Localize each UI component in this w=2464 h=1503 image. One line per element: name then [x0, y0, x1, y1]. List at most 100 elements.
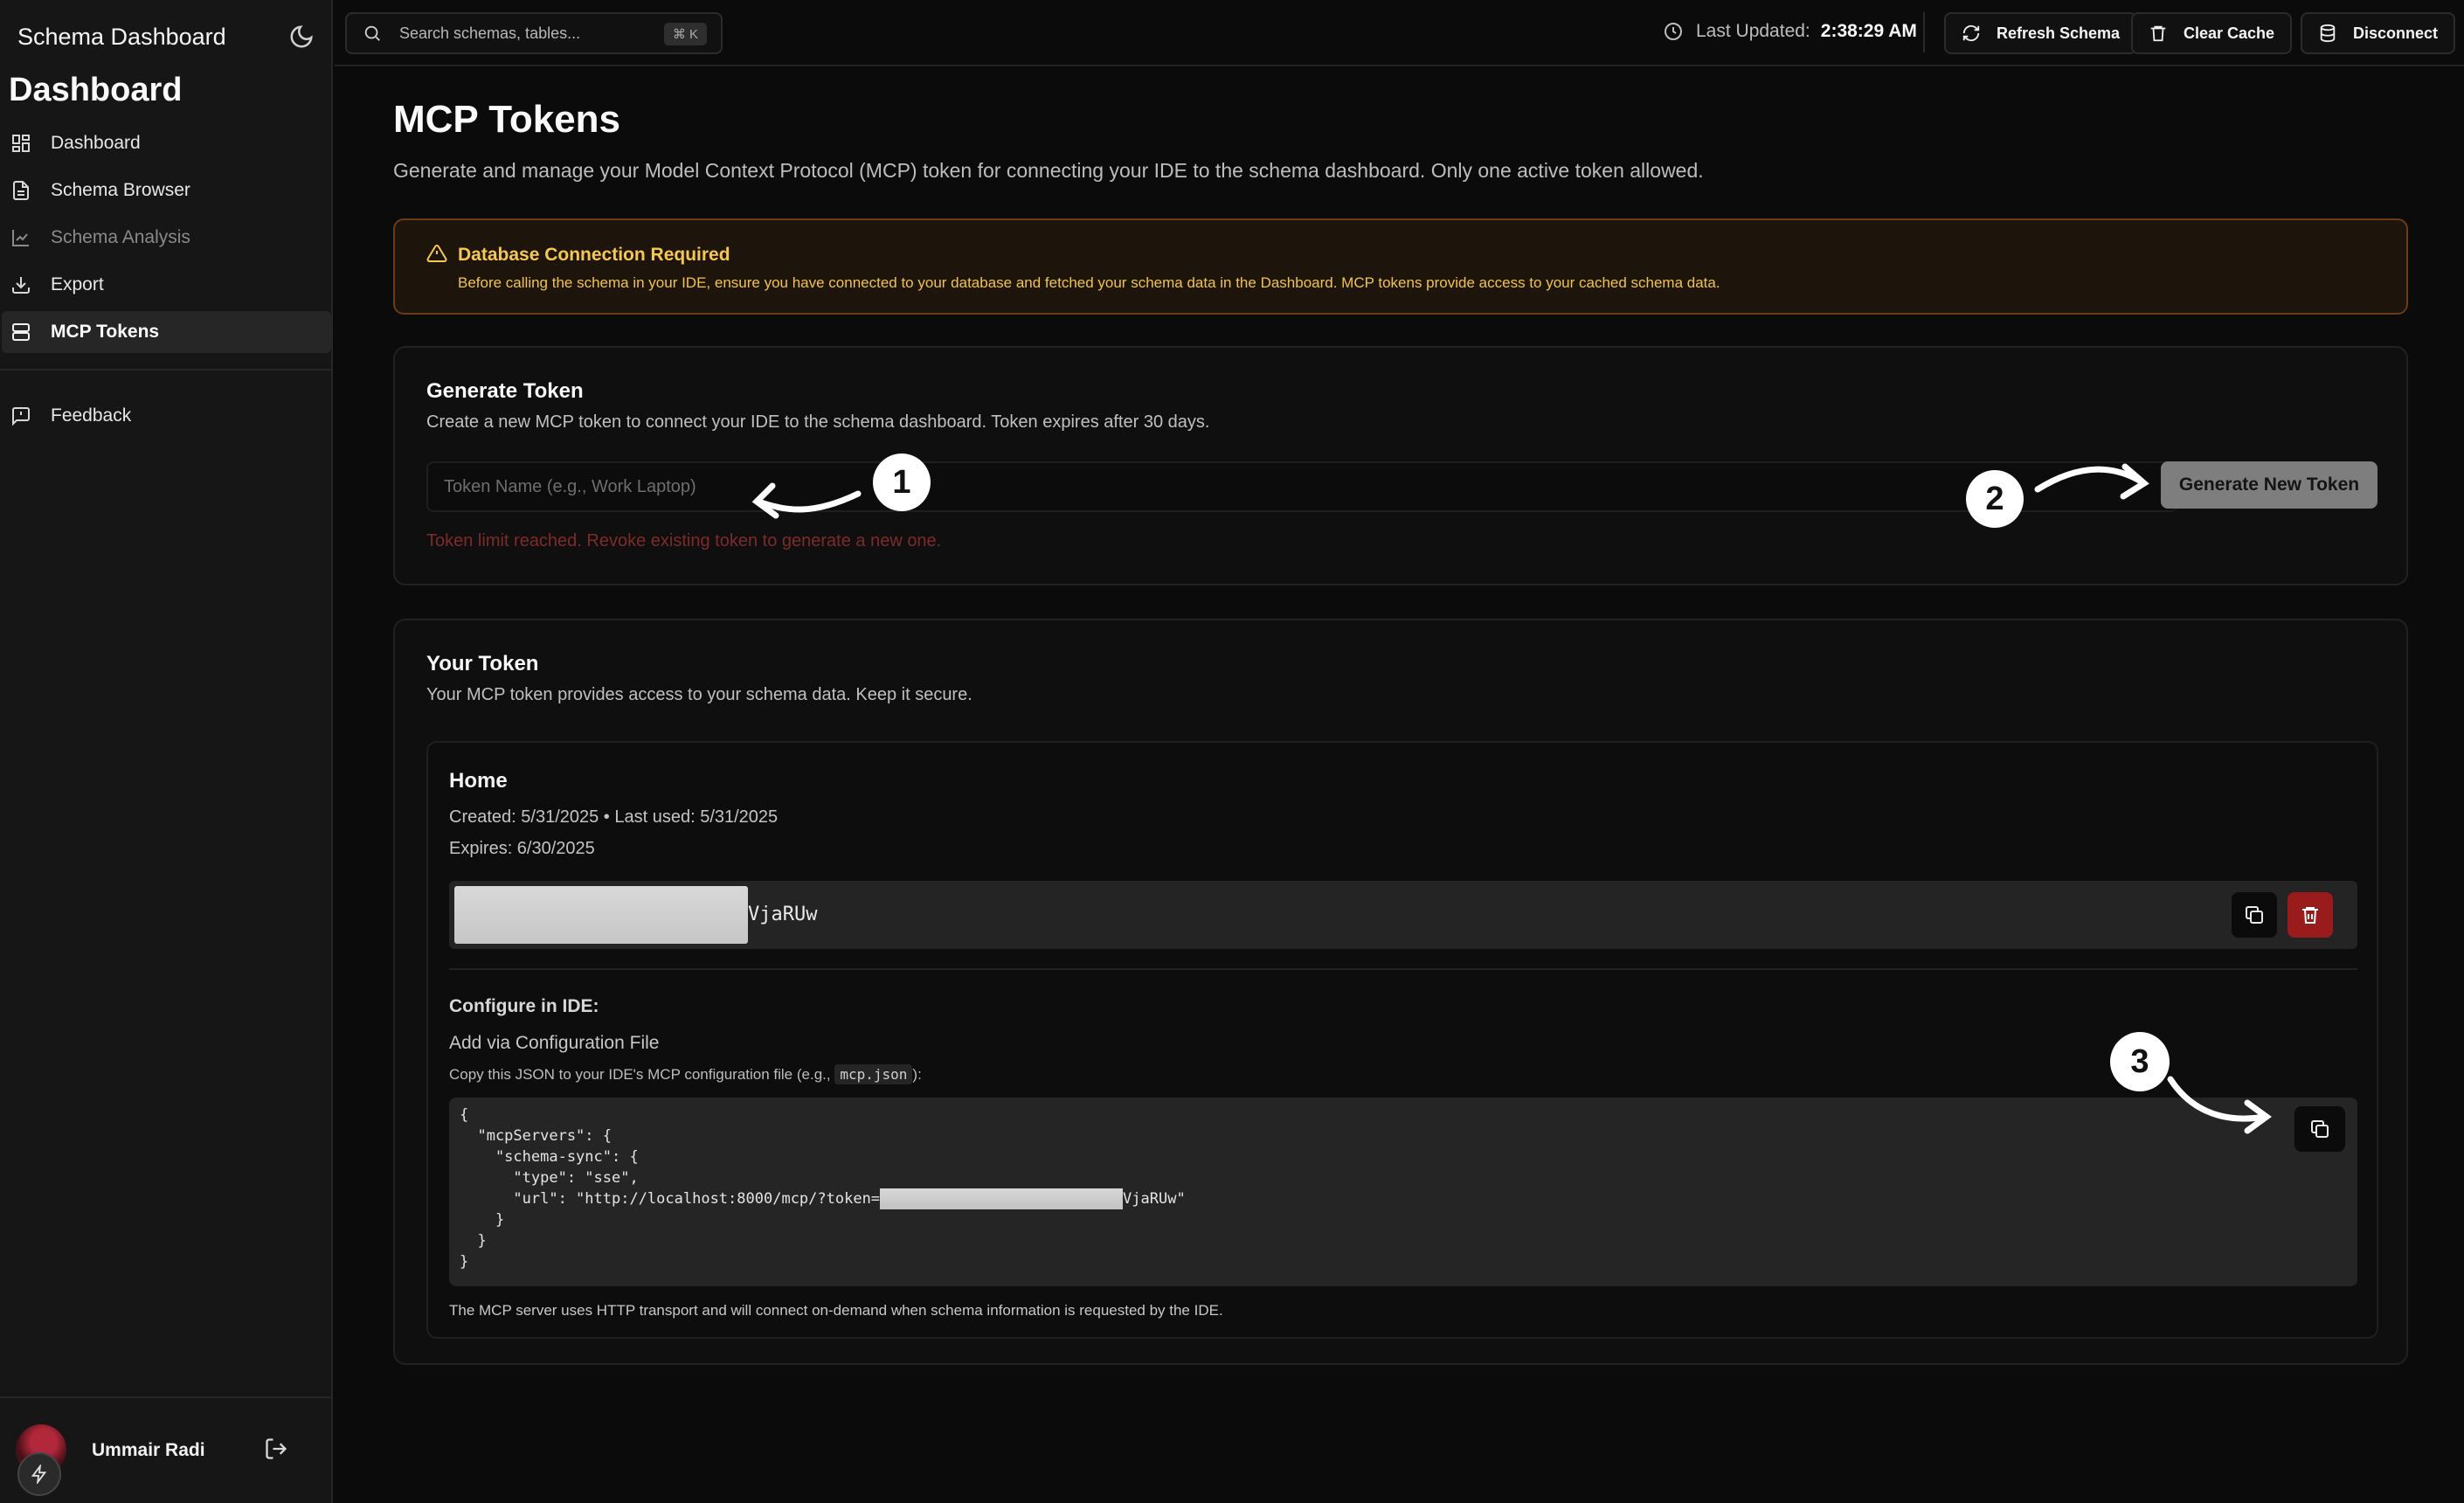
config-hint-suffix: ):	[912, 1066, 922, 1083]
config-footer-note: The MCP server uses HTTP transport and w…	[449, 1302, 1223, 1319]
warning-alert: Database Connection Required Before call…	[393, 218, 2408, 315]
your-token-card: Your Token Your MCP token provides acces…	[393, 619, 2408, 1365]
config-hint-prefix: Copy this JSON to your IDE's MCP configu…	[449, 1066, 831, 1083]
sidebar-item-export[interactable]: Export	[2, 264, 331, 306]
token-limit-error: Token limit reached. Revoke existing tok…	[426, 531, 942, 551]
database-icon	[2320, 24, 2336, 43]
alert-title: Database Connection Required	[458, 245, 730, 265]
json-line: {	[460, 1106, 469, 1124]
token-redaction	[454, 886, 748, 944]
json-token-redaction	[880, 1188, 1124, 1209]
keyboard-shortcut: ⌘ K	[663, 23, 707, 45]
last-updated-label: Last Updated:	[1696, 21, 1810, 41]
your-token-title: Your Token	[426, 652, 539, 675]
clock-icon	[1665, 23, 1682, 40]
trash-icon	[2302, 907, 2318, 924]
sidebar-item-label: Schema Analysis	[51, 227, 190, 247]
config-json-block: { "mcpServers": { "schema-sync": { "type…	[449, 1098, 2357, 1286]
logout-icon[interactable]	[264, 1437, 288, 1461]
search-input[interactable]: Search schemas, tables... ⌘ K	[345, 12, 723, 54]
refresh-schema-label: Refresh Schema	[1997, 24, 2121, 42]
download-icon	[12, 277, 30, 294]
config-filename: mcp.json	[834, 1064, 913, 1084]
token-value-tail: VjaRUw	[748, 904, 818, 925]
alert-body: Before calling the schema in your IDE, e…	[458, 274, 1720, 291]
sidebar-item-label: MCP Tokens	[51, 322, 160, 342]
sidebar-item-mcp-tokens[interactable]: MCP Tokens	[2, 311, 331, 353]
json-line: "mcpServers": {	[460, 1127, 612, 1145]
bolt-icon	[17, 1452, 61, 1496]
feedback-icon	[12, 407, 30, 426]
configure-ide-title: Configure in IDE:	[449, 996, 599, 1016]
app-title: Schema Dashboard	[17, 23, 226, 50]
token-created: Created: 5/31/2025 • Last used: 5/31/202…	[449, 807, 779, 827]
disconnect-label: Disconnect	[2353, 24, 2439, 42]
divider	[449, 968, 2357, 970]
theme-toggle-icon[interactable]	[288, 24, 315, 50]
grid-icon	[12, 135, 30, 152]
refresh-schema-button[interactable]: Refresh Schema	[1944, 12, 2138, 54]
sidebar-item-dashboard[interactable]: Dashboard	[2, 122, 331, 164]
your-token-subtitle: Your MCP token provides access to your s…	[426, 685, 972, 704]
token-name: Home	[449, 769, 508, 793]
generate-token-subtitle: Create a new MCP token to connect your I…	[426, 412, 1210, 432]
sidebar-item-label: Schema Browser	[51, 180, 190, 200]
page-description: Generate and manage your Model Context P…	[393, 159, 1704, 182]
token-name-input[interactable]: Token Name (e.g., Work Laptop)	[426, 461, 2177, 512]
json-line: }	[460, 1253, 469, 1271]
config-hint: Copy this JSON to your IDE's MCP configu…	[449, 1064, 922, 1084]
warning-icon	[426, 244, 447, 262]
sidebar-item-label: Export	[51, 274, 104, 294]
file-icon	[13, 181, 29, 200]
last-updated-value: 2:38:29 AM	[1820, 21, 1917, 41]
json-line: "schema-sync": {	[460, 1148, 639, 1166]
brand-row: Schema Dashboard	[17, 17, 315, 56]
top-bar: Search schemas, tables... ⌘ K Last Updat…	[335, 0, 2464, 66]
clear-cache-label: Clear Cache	[2184, 24, 2275, 42]
sidebar: Schema Dashboard Dashboard Dashboard Sch…	[0, 0, 333, 1503]
sidebar-nav: Dashboard Schema Browser Schema Analysis…	[0, 122, 333, 442]
token-value-row: VjaRUw	[449, 881, 2357, 949]
topbar-divider	[1923, 12, 1925, 52]
copy-icon	[2246, 906, 2263, 924]
search-placeholder: Search schemas, tables...	[399, 24, 581, 42]
config-method: Add via Configuration File	[449, 1033, 660, 1053]
server-icon	[12, 323, 30, 341]
delete-token-button[interactable]	[2288, 892, 2333, 938]
last-updated: Last Updated: 2:38:29 AM	[1663, 21, 1917, 42]
sidebar-item-label: Feedback	[51, 405, 132, 426]
json-line: }	[460, 1211, 505, 1229]
sidebar-item-schema-browser[interactable]: Schema Browser	[2, 170, 331, 211]
json-line: }	[460, 1232, 487, 1250]
generate-token-title: Generate Token	[426, 379, 584, 403]
refresh-icon	[1962, 24, 1980, 42]
trash-icon	[2150, 25, 2166, 42]
config-json: { "mcpServers": { "schema-sync": { "type…	[460, 1105, 1186, 1272]
annotation-marker-3: 3	[2110, 1032, 2170, 1091]
user-name: Ummair Radi	[92, 1440, 205, 1460]
json-line: "url": "http://localhost:8000/mcp/?token…	[460, 1190, 881, 1208]
annotation-marker-1: 1	[873, 454, 931, 511]
json-line: "type": "sse",	[460, 1169, 639, 1187]
disconnect-button[interactable]: Disconnect	[2301, 12, 2456, 54]
generate-token-card: Generate Token Create a new MCP token to…	[393, 346, 2408, 585]
sidebar-section-title: Dashboard	[9, 72, 183, 108]
clear-cache-button[interactable]: Clear Cache	[2131, 12, 2293, 54]
sidebar-item-feedback[interactable]: Feedback	[2, 395, 331, 437]
json-line: VjaRUw"	[1123, 1190, 1186, 1208]
annotation-marker-2: 2	[1966, 470, 2024, 528]
chart-icon	[12, 230, 29, 246]
sidebar-item-label: Dashboard	[51, 133, 141, 153]
sidebar-item-schema-analysis[interactable]: Schema Analysis	[2, 217, 331, 259]
copy-icon	[2311, 1120, 2329, 1138]
token-expires: Expires: 6/30/2025	[449, 839, 595, 858]
user-profile: Ummair Radi	[0, 1396, 333, 1503]
copy-config-button[interactable]	[2294, 1106, 2345, 1152]
token-name-placeholder: Token Name (e.g., Work Laptop)	[444, 476, 696, 496]
sidebar-divider	[0, 369, 333, 371]
token-details: Home Created: 5/31/2025 • Last used: 5/3…	[426, 741, 2378, 1339]
generate-new-token-button[interactable]: Generate New Token	[2161, 461, 2377, 509]
copy-token-button[interactable]	[2232, 892, 2277, 938]
page-title: MCP Tokens	[393, 98, 620, 141]
search-icon	[364, 25, 380, 41]
